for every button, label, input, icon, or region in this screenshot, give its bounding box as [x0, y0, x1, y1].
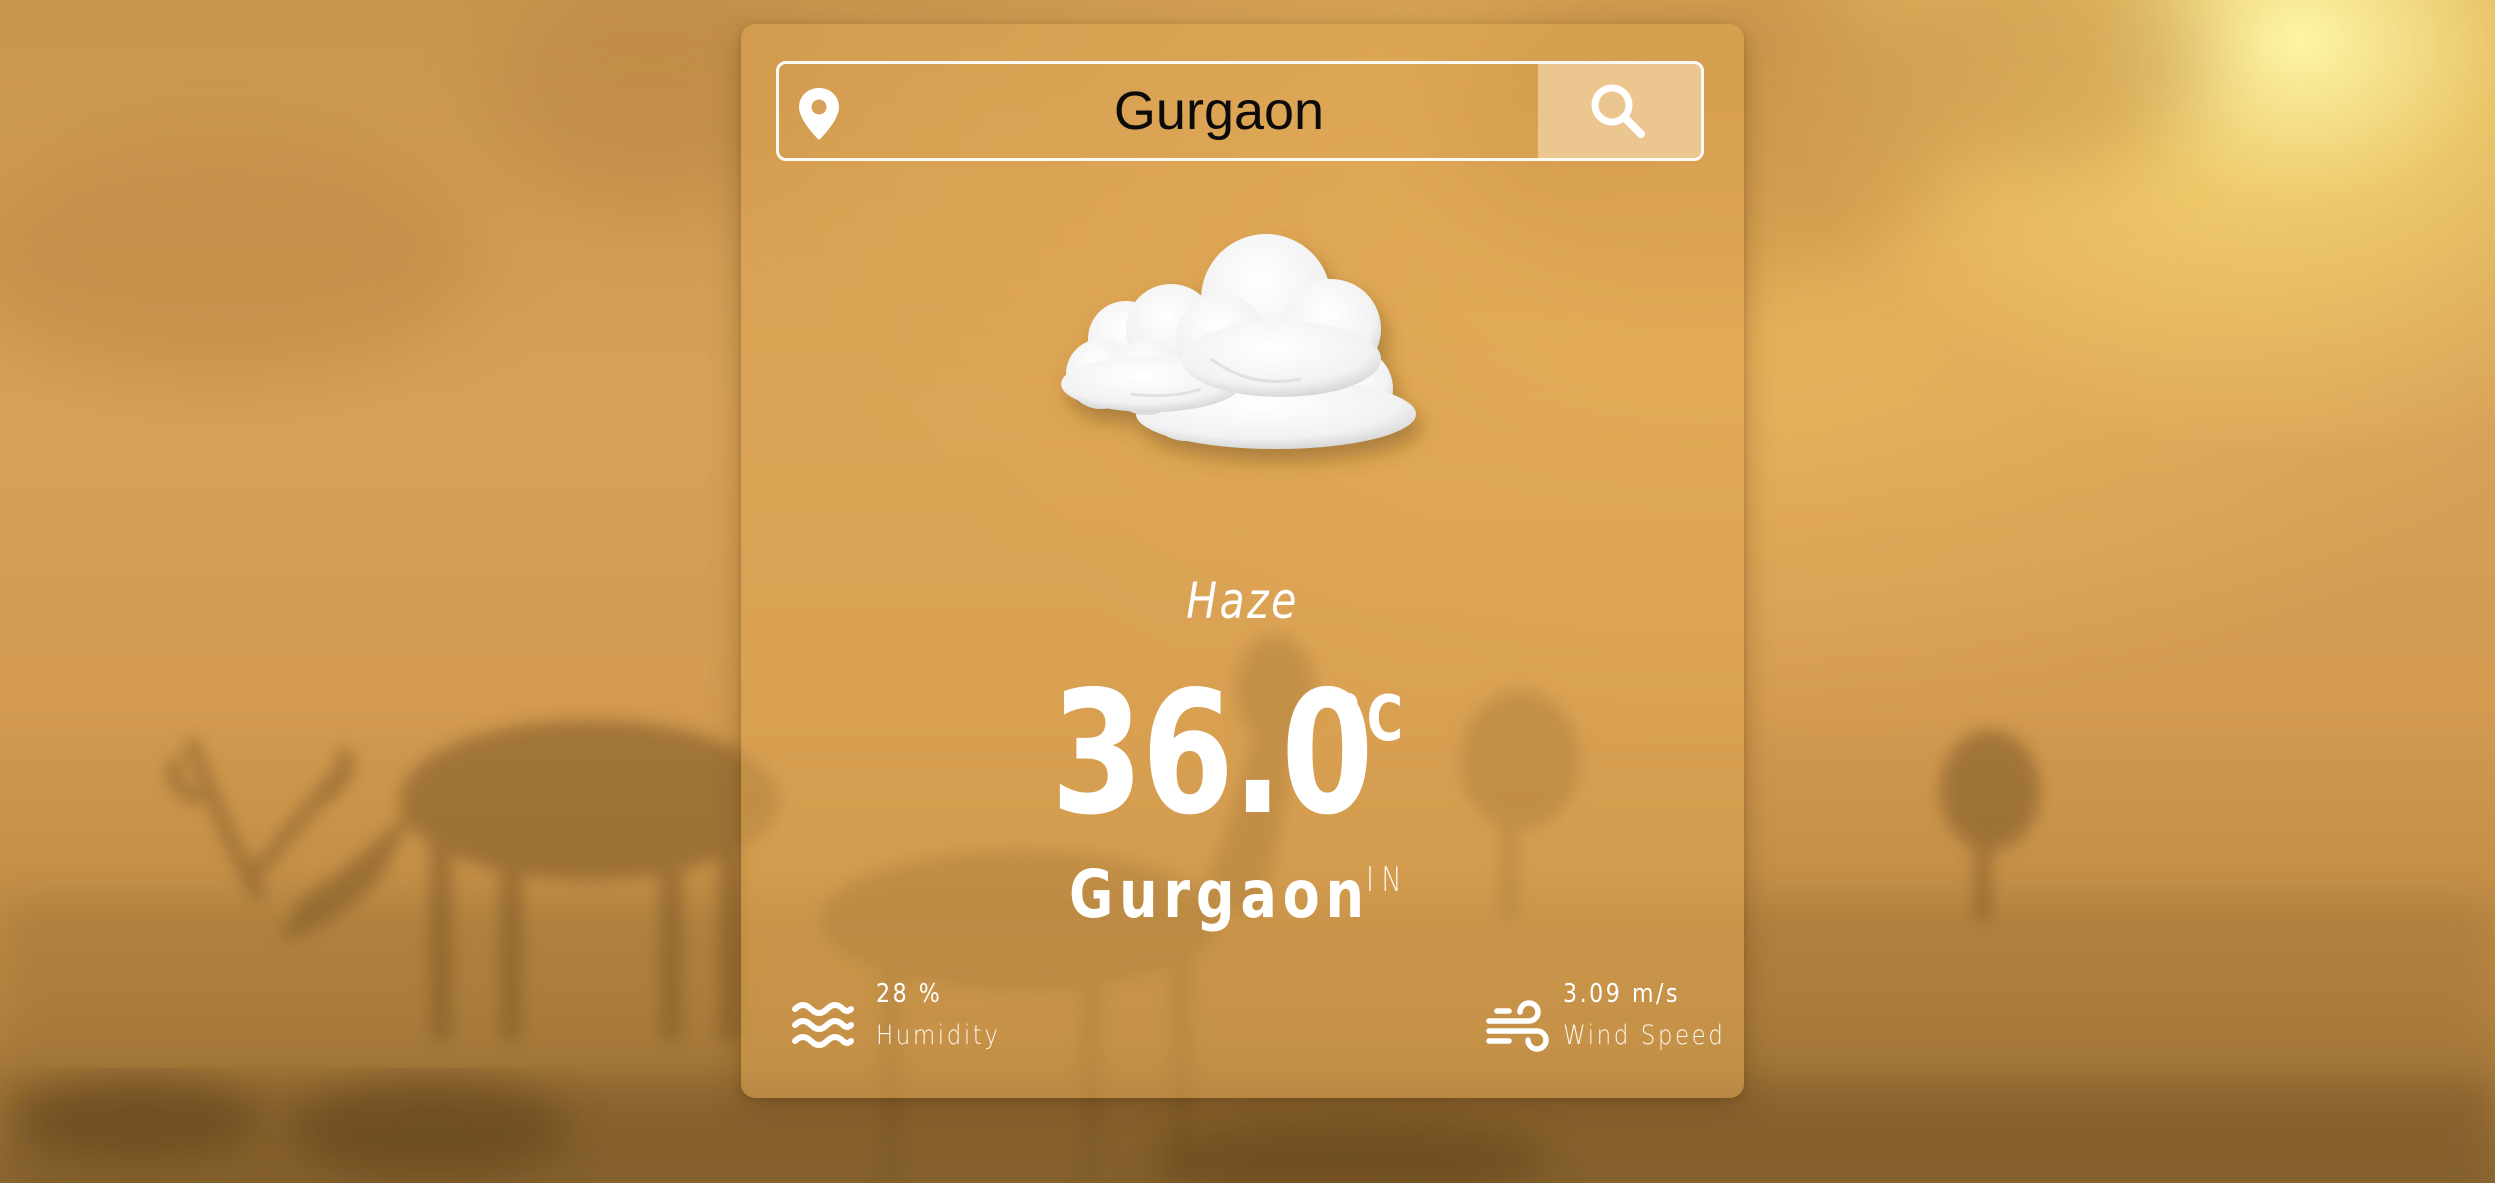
- wind-speed-value: 3.09 m/s: [1563, 979, 1681, 1009]
- humidity-value: 28 %: [876, 979, 943, 1009]
- temperature-unit: °C: [1337, 682, 1408, 755]
- city-name: Gurgaon: [1069, 856, 1370, 933]
- wind-icon: [1485, 997, 1549, 1057]
- map-pin-icon: [795, 86, 843, 142]
- humidity-label: Humidity: [876, 1020, 1001, 1051]
- country-code: IN: [1366, 860, 1409, 900]
- weather-card: Haze 36.0 °C Gurgaon IN 28 % Humidity: [741, 24, 1744, 1098]
- wind-speed-label: Wind Speed: [1563, 1020, 1726, 1051]
- waves-icon: [791, 997, 855, 1057]
- search-bar: [776, 61, 1704, 161]
- cloud-icon: [1041, 199, 1461, 489]
- search-button[interactable]: [1538, 64, 1701, 158]
- search-input[interactable]: [859, 64, 1579, 158]
- temperature-value: 36.0: [1051, 655, 1373, 853]
- weather-condition: Haze: [1186, 572, 1299, 630]
- temperature-display: 36.0 °C: [741, 664, 1744, 844]
